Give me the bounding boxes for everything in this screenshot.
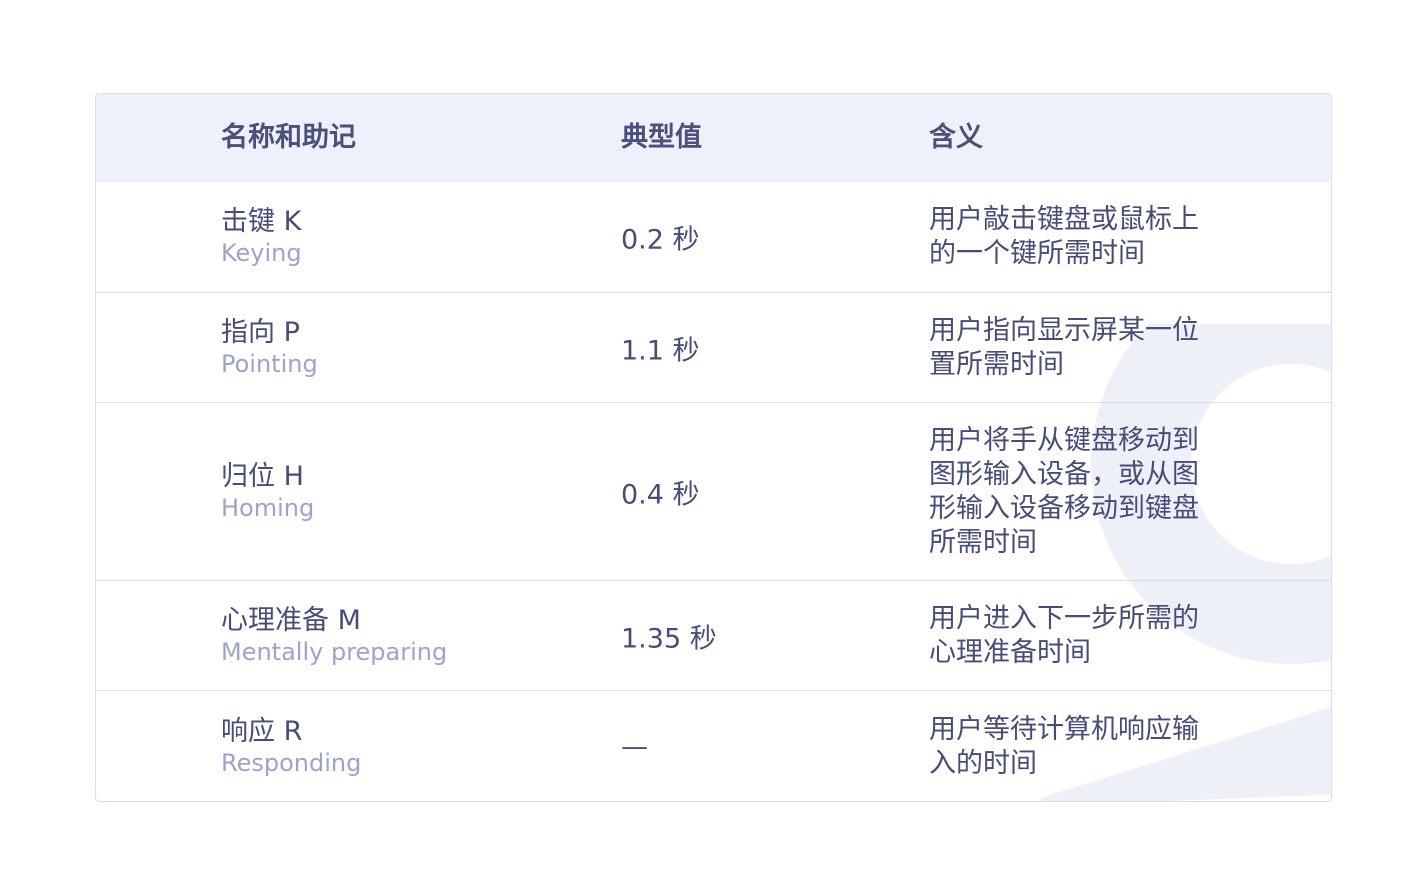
operator-name-cn: 指向 P	[221, 316, 300, 348]
table-row-responding: 响应 R Responding — 用户等待计算机响应输入的时间	[96, 690, 1331, 801]
meaning-text: 用户进入下一步所需的心理准备时间	[929, 602, 1199, 668]
meaning-text: 用户敲击键盘或鼠标上的一个键所需时间	[929, 204, 1199, 269]
typical-value: 1.35 秒	[621, 623, 717, 654]
operator-name-cn: 响应 R	[221, 716, 303, 747]
header-meaning: 含义	[929, 122, 983, 153]
operator-name-en: Pointing	[221, 349, 318, 378]
meaning-text: 用户等待计算机响应输入的时间	[929, 714, 1199, 779]
operator-name-cn: 归位 H	[221, 460, 304, 492]
operator-name: 响应 R Responding	[221, 716, 361, 778]
operator-name: 击键 K Keying	[221, 206, 302, 268]
operator-name-en: Responding	[221, 749, 362, 777]
meaning-text: 用户指向显示屏某一位置所需时间	[929, 314, 1199, 380]
operator-name: 心理准备 M Mentally preparing	[221, 605, 447, 667]
table-row-mentally-preparing: 心理准备 M Mentally preparing 1.35 秒 用户进入下一步…	[96, 580, 1331, 690]
table-row-pointing: 指向 P Pointing 1.1 秒 用户指向显示屏某一位置所需时间	[96, 292, 1331, 402]
meaning-text: 用户将手从键盘移动到图形输入设备，或从图形输入设备移动到键盘所需时间	[929, 424, 1199, 558]
typical-value: 1.1 秒	[621, 335, 700, 366]
typical-value: —	[621, 731, 648, 763]
operator-name-cn: 心理准备 M	[221, 604, 361, 636]
page: 名称和助记 典型值 含义 击键 K Keying 0.2 秒 用户敲击键盘或鼠标…	[0, 0, 1426, 896]
table-row-homing: 归位 H Homing 0.4 秒 用户将手从键盘移动到图形输入设备，或从图形输…	[96, 402, 1331, 580]
operator-name-cn: 击键 K	[221, 206, 302, 237]
table-row-keying: 击键 K Keying 0.2 秒 用户敲击键盘或鼠标上的一个键所需时间	[96, 182, 1331, 292]
table-header: 名称和助记 典型值 含义	[96, 94, 1331, 182]
header-name: 名称和助记	[221, 122, 356, 153]
operator-name-en: Keying	[221, 239, 302, 267]
operator-name: 归位 H Homing	[221, 461, 314, 523]
typical-value: 0.4 秒	[621, 479, 700, 510]
typical-value: 0.2 秒	[621, 224, 700, 256]
header-value: 典型值	[621, 122, 702, 153]
operator-name: 指向 P Pointing	[221, 317, 318, 379]
klm-operators-table: 名称和助记 典型值 含义 击键 K Keying 0.2 秒 用户敲击键盘或鼠标…	[95, 93, 1332, 802]
operator-name-en: Mentally preparing	[221, 637, 448, 666]
operator-name-en: Homing	[221, 493, 315, 522]
